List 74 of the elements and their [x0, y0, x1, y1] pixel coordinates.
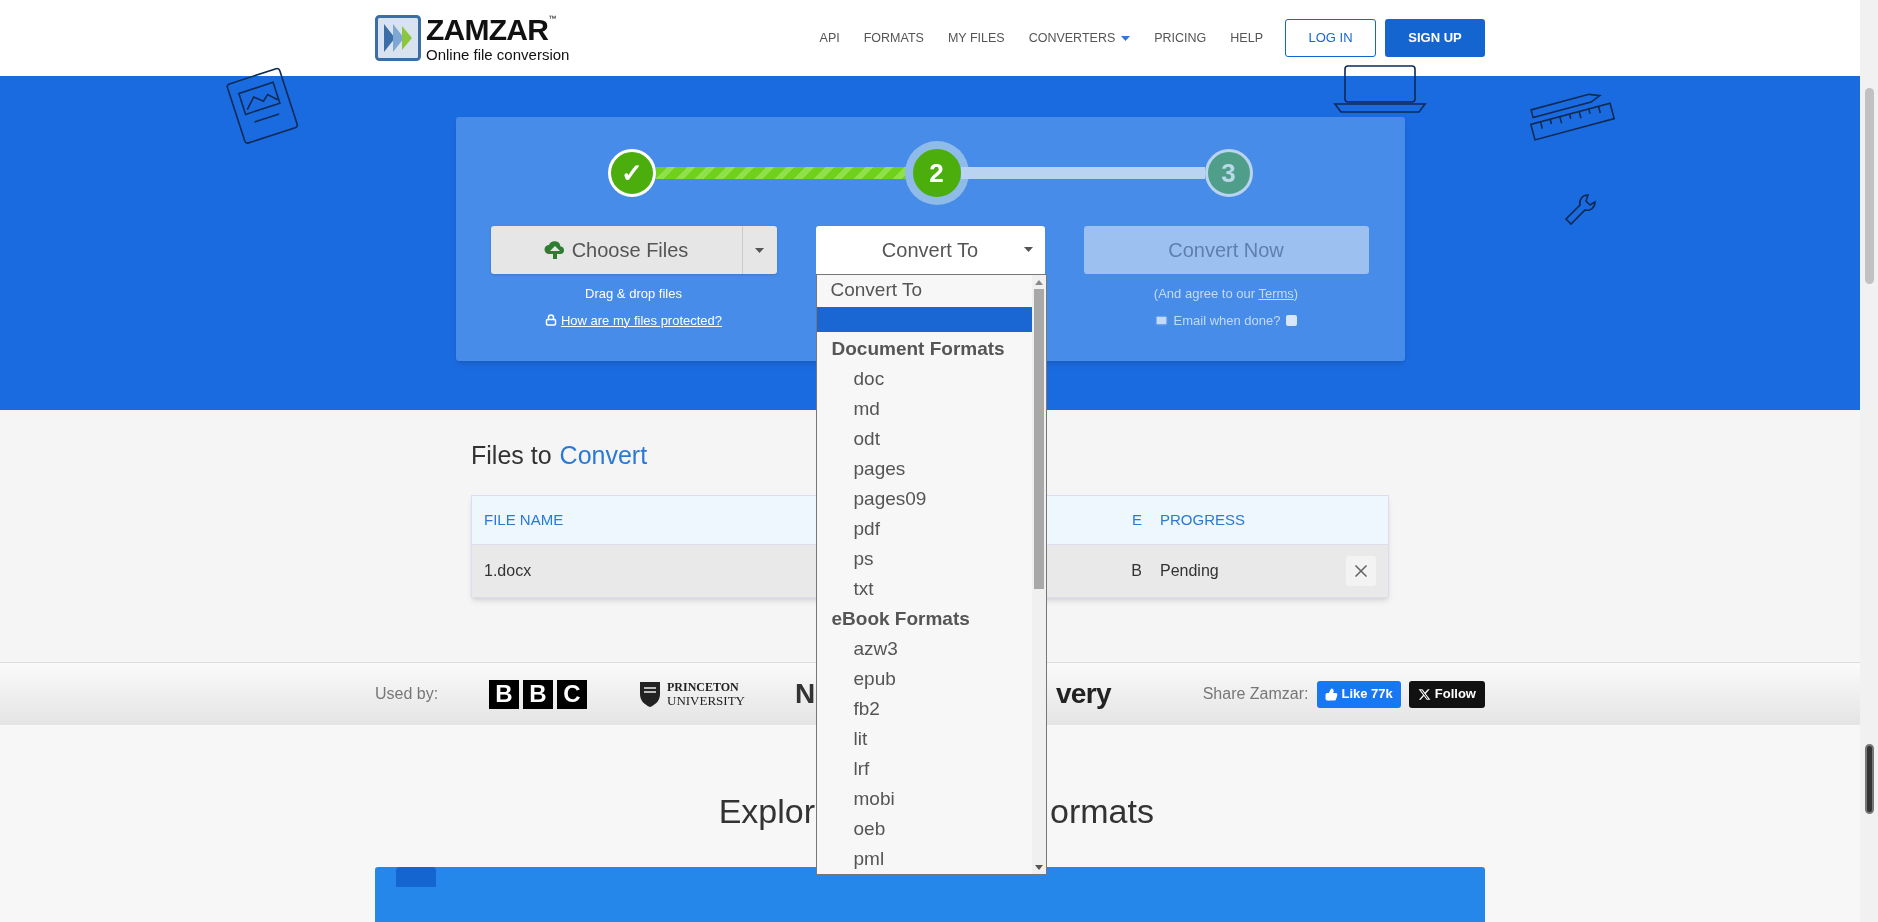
nav-link[interactable]: API [807, 28, 852, 48]
format-option[interactable]: azw3 [816, 634, 1032, 664]
format-option[interactable]: Convert To [816, 275, 1032, 305]
shield-icon [639, 680, 661, 708]
lock-icon [544, 314, 557, 327]
logo-wordmark: N [795, 677, 816, 711]
format-option[interactable]: txt [816, 574, 1032, 604]
logo-wordmark: ZAMZAR [426, 14, 549, 45]
format-option[interactable]: pages09 [816, 484, 1032, 514]
table-cell-text: 1.docx [484, 561, 532, 581]
signup-button[interactable]: SIGN UP [1385, 19, 1485, 57]
format-option[interactable]: mobi [816, 784, 1032, 814]
format-option[interactable]: pdf [816, 514, 1032, 544]
nav-link[interactable]: FORMATS [851, 28, 936, 48]
format-group-heading: Document Formats [830, 336, 1006, 361]
table-cell-text: Pending [1160, 561, 1219, 581]
logo-letter-block: C [557, 679, 587, 709]
logo-wordmark: UNIVERSITY [667, 694, 745, 708]
email-label: Email when done? [1173, 311, 1281, 330]
scroll-up-icon[interactable] [1034, 279, 1043, 285]
login-button[interactable]: LOG IN [1285, 19, 1376, 57]
section-title-accent: Convert [559, 440, 648, 472]
caret-icon [755, 247, 764, 253]
nav-link[interactable]: CONVERTERS [1016, 28, 1143, 48]
format-option[interactable]: odt [816, 424, 1032, 454]
logo-letter-block: B [523, 679, 553, 709]
format-option[interactable]: md [816, 394, 1032, 424]
upload-cloud-icon [543, 240, 566, 260]
table-cell-text: B [1131, 561, 1143, 581]
format-option[interactable]: epub [816, 664, 1032, 694]
format-option[interactable]: pages [816, 454, 1032, 484]
format-option[interactable]: lit [816, 724, 1032, 754]
format-group-heading: eBook Formats [830, 606, 971, 631]
nav-link[interactable]: HELP [1218, 28, 1275, 48]
share-label: Share Zamzar: [1202, 684, 1309, 704]
logo-letter-block: B [489, 679, 519, 709]
nav-link[interactable]: MY FILES [935, 28, 1017, 48]
column-header: PROGRESS [1159, 509, 1247, 530]
step-marker: ✓ [607, 149, 656, 197]
page-scrollbar[interactable] [1860, 0, 1878, 922]
page-scroll-thumb[interactable] [1864, 88, 1874, 284]
convert-to-select[interactable]: Convert To [815, 226, 1045, 274]
mail-icon [1154, 313, 1168, 327]
like-button[interactable]: Like 77k [1316, 680, 1401, 708]
trademark-sign: ™ [548, 14, 557, 23]
scroll-down-icon[interactable] [1034, 864, 1043, 870]
format-option[interactable]: fb2 [816, 694, 1032, 724]
section-heading: Explor [718, 791, 816, 832]
drag-drop-hint: Drag & drop files [585, 285, 682, 303]
step-marker: 3 [1204, 149, 1253, 197]
format-option[interactable]: pml [816, 844, 1032, 874]
format-option[interactable]: doc [816, 364, 1032, 394]
thumbs-up-icon [1324, 687, 1338, 701]
nav-link[interactable]: PRICING [1142, 28, 1219, 48]
section-title: Files to [471, 440, 552, 472]
follow-button[interactable]: Follow [1408, 680, 1485, 708]
remove-button[interactable] [1346, 556, 1376, 586]
column-header: FILE NAME [484, 509, 564, 530]
x-logo-icon [1417, 687, 1431, 701]
list-scroll-thumb[interactable] [1033, 289, 1044, 589]
logo-icon[interactable] [375, 15, 421, 61]
terms-note: (And agree to our Terms) [1153, 285, 1299, 303]
list-scrollbar[interactable] [1031, 275, 1046, 874]
column-header: E [1132, 509, 1143, 530]
format-option[interactable]: ps [816, 544, 1032, 574]
logo-wordmark: PRINCETON [667, 680, 740, 694]
format-option[interactable]: lrf [816, 754, 1032, 784]
logo-tagline: Online file conversion [426, 46, 570, 62]
used-by-label: Used by: [375, 684, 440, 704]
logo-wordmark: very [1056, 677, 1111, 711]
section-heading: ormats [1049, 791, 1154, 832]
caret-icon [1023, 247, 1033, 252]
format-option[interactable]: oeb [816, 814, 1032, 844]
category-icon-tile [396, 867, 436, 887]
